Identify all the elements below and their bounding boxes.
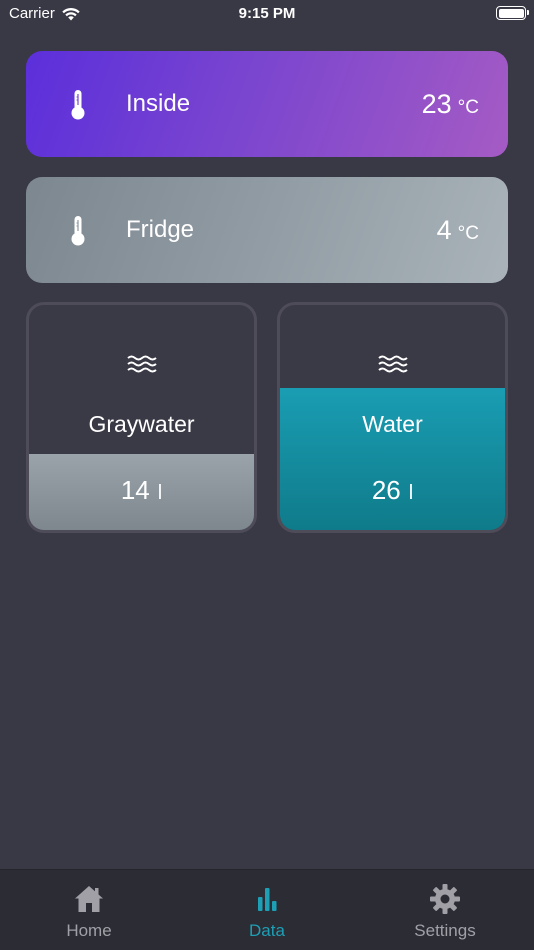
inside-value-unit: °C: [457, 97, 479, 118]
graywater-volume-unit: l: [157, 482, 163, 504]
fridge-label: Fridge: [126, 216, 195, 243]
water-waves-icon: [377, 355, 408, 373]
tab-settings[interactable]: Settings: [356, 870, 534, 950]
tab-data-label: Data: [249, 921, 285, 940]
status-time: 9:15 PM: [238, 5, 296, 22]
water-tank-card[interactable]: Water 26 l: [277, 302, 508, 533]
tab-home-label: Home: [66, 921, 112, 940]
water-label: Water: [362, 411, 423, 437]
home-icon: [75, 886, 103, 912]
fridge-value-number: 4: [436, 215, 452, 245]
thermometer-icon: [71, 90, 85, 120]
fridge-temperature-value: 4 °C: [437, 177, 479, 287]
tab-data[interactable]: Data: [178, 870, 356, 950]
tab-home[interactable]: Home: [0, 870, 178, 950]
tab-settings-label: Settings: [414, 921, 476, 940]
inside-temperature-card[interactable]: Inside 23 °C: [26, 51, 508, 157]
bar-chart-icon: [258, 888, 277, 911]
status-bar: Carrier 9:15 PM: [0, 0, 534, 28]
water-waves-icon: [126, 355, 157, 373]
graywater-label: Graywater: [88, 411, 195, 437]
tab-bar: Home Data Settings: [0, 869, 534, 950]
graywater-volume: 14 l: [29, 475, 254, 506]
fridge-value-unit: °C: [457, 223, 479, 244]
graywater-tank-card[interactable]: Graywater 14 l: [26, 302, 257, 533]
water-level-fill: [280, 388, 505, 530]
graywater-volume-number: 14: [120, 475, 150, 505]
water-volume-unit: l: [408, 482, 414, 504]
water-volume: 26 l: [280, 475, 505, 506]
water-volume-number: 26: [371, 475, 401, 505]
fridge-temperature-card[interactable]: Fridge 4 °C: [26, 177, 508, 283]
inside-value-number: 23: [421, 89, 452, 119]
gear-icon: [430, 884, 460, 914]
battery-icon: [496, 6, 529, 20]
thermometer-icon: [71, 216, 85, 246]
inside-label: Inside: [126, 90, 191, 117]
inside-temperature-value: 23 °C: [422, 51, 479, 161]
